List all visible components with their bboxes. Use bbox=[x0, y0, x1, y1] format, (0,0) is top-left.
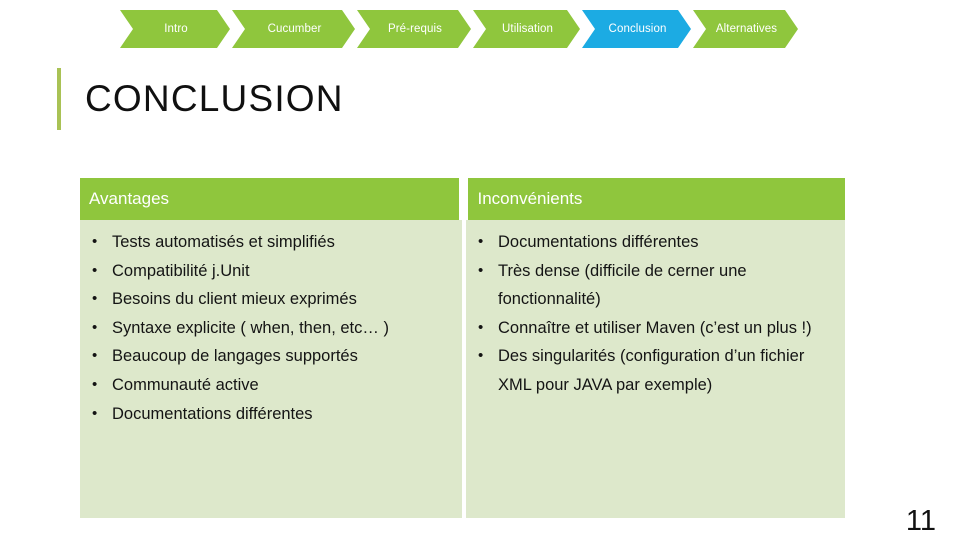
column-header-drawbacks: Inconvénients bbox=[468, 178, 845, 220]
list-item: Des singularités (configuration d’un fic… bbox=[472, 342, 839, 399]
breadcrumb-nav: Intro Cucumber Pré-requis Utilisation Conclu… bbox=[120, 10, 800, 48]
page-number: 11 bbox=[905, 505, 936, 537]
nav-chevron-utilisation[interactable]: Utilisation bbox=[473, 10, 580, 48]
cell-drawbacks: Documentations différentesTrès dense (di… bbox=[466, 220, 845, 518]
nav-chevron-pr-requis[interactable]: Pré-requis bbox=[357, 10, 471, 48]
list-item: Besoins du client mieux exprimés bbox=[86, 285, 456, 314]
comparison-table: Avantages Inconvénients Tests automatisé… bbox=[80, 178, 845, 518]
nav-chevron-conclusion[interactable]: Conclusion bbox=[582, 10, 691, 48]
list-item: Beaucoup de langages supportés bbox=[86, 342, 456, 371]
column-divider bbox=[459, 178, 469, 220]
advantages-list: Tests automatisés et simplifiésCompatibi… bbox=[86, 228, 456, 428]
nav-chevron-label: Intro bbox=[164, 22, 188, 35]
drawbacks-list: Documentations différentesTrès dense (di… bbox=[472, 228, 839, 400]
nav-chevron-label: Utilisation bbox=[502, 22, 553, 35]
table-header-row: Avantages Inconvénients bbox=[80, 178, 845, 220]
nav-chevron-intro[interactable]: Intro bbox=[120, 10, 230, 48]
nav-chevron-alternatives[interactable]: Alternatives bbox=[693, 10, 798, 48]
list-item: Documentations différentes bbox=[472, 228, 839, 257]
title-accent-bar bbox=[57, 68, 61, 130]
nav-chevron-label: Conclusion bbox=[608, 22, 667, 35]
list-item: Compatibilité j.Unit bbox=[86, 257, 456, 286]
list-item: Très dense (difficile de cerner une fonc… bbox=[472, 257, 839, 314]
nav-chevron-label: Alternatives bbox=[715, 22, 778, 35]
table-body-row: Tests automatisés et simplifiésCompatibi… bbox=[80, 220, 845, 518]
nav-chevron-cucumber[interactable]: Cucumber bbox=[232, 10, 355, 48]
list-item: Communauté active bbox=[86, 371, 456, 400]
nav-chevron-label: Pré-requis bbox=[387, 22, 443, 35]
list-item: Connaître et utiliser Maven (c’est un pl… bbox=[472, 314, 839, 343]
column-header-advantages: Avantages bbox=[80, 178, 460, 220]
list-item: Syntaxe explicite ( when, then, etc… ) bbox=[86, 314, 456, 343]
page-title: CONCLUSION bbox=[85, 78, 344, 119]
cell-advantages: Tests automatisés et simplifiésCompatibi… bbox=[80, 220, 462, 518]
nav-chevron-label: Cucumber bbox=[267, 22, 322, 35]
list-item: Tests automatisés et simplifiés bbox=[86, 228, 456, 257]
list-item: Documentations différentes bbox=[86, 400, 456, 429]
